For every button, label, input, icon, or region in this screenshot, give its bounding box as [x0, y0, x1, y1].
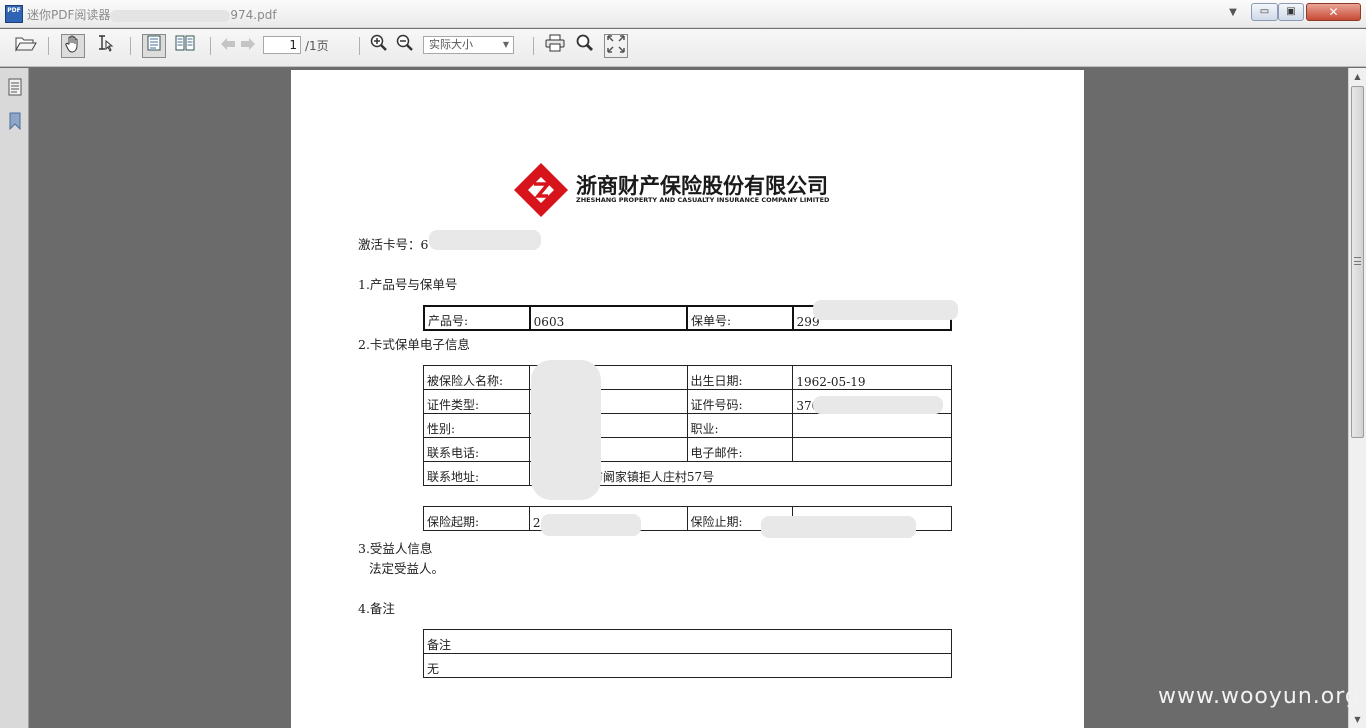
toolbar-divider [210, 37, 211, 55]
printer-icon[interactable] [543, 34, 567, 58]
arrow-right-icon[interactable] [236, 34, 260, 58]
product-label: 产品号: [423, 305, 531, 331]
beneficiary-text: 法定受益人。 [369, 561, 445, 576]
product-value: 0603 [528, 305, 689, 331]
fullscreen-icon[interactable] [604, 34, 628, 58]
email-label: 电子邮件: [686, 437, 794, 462]
table-row: 联系电话: 0536 电子邮件: [423, 437, 952, 462]
redaction-blur [813, 300, 958, 320]
folder-open-icon[interactable] [14, 34, 38, 58]
remark-label: 备注 [423, 629, 952, 654]
chevron-down-icon: ▼ [502, 40, 509, 49]
single-page-icon[interactable] [142, 34, 166, 58]
table-row: 备注 [423, 629, 952, 654]
window-title: 迷你PDF阅读器 974.pdf [27, 6, 277, 23]
app-icon: PDF [5, 5, 23, 23]
birth-label: 出生日期: [686, 365, 794, 390]
document-viewport[interactable]: 浙商财产保险股份有限公司 ZHESHANG PROPERTY AND CASUA… [29, 68, 1347, 728]
toolbar-divider [533, 37, 534, 55]
zoom-value: 实际大小 [429, 38, 473, 51]
table-row: 联系地址: 密市阚家镇拒人庄村57号 [423, 461, 953, 486]
activation-label: 激活卡号： [358, 237, 421, 252]
remark-table: 备注 无 [423, 629, 952, 678]
start-label: 保险起期: [423, 506, 530, 531]
section-product-heading: 1.产品号与保单号 [358, 277, 458, 292]
redaction-blur [531, 360, 601, 500]
address-label: 联系地址: [423, 461, 530, 486]
activation-line: 激活卡号：6 [358, 234, 428, 253]
email-value [792, 437, 952, 462]
page-number-input[interactable]: 1 [263, 36, 301, 54]
policy-label: 保单号: [686, 305, 794, 331]
company-logo [514, 163, 568, 217]
section-beneficiary-heading: 3.受益人信息 [358, 541, 433, 556]
maximize-button[interactable]: ▣ [1278, 3, 1304, 21]
birth-value: 1962-05-19 [792, 365, 952, 390]
minimize-button[interactable]: ▭ [1251, 3, 1278, 21]
insured-info-table: 被保险人名称: 钟 出生日期: 1962-05-19 证件类型: 居民证 证件号… [423, 365, 953, 486]
title-bar: PDF 迷你PDF阅读器 974.pdf ▼ ▭ ▣ ✕ [0, 0, 1366, 28]
toolbar-divider [130, 37, 131, 55]
vertical-scrollbar[interactable]: ▲ ▼ [1348, 68, 1366, 728]
pages-icon[interactable] [6, 78, 23, 98]
window-title-app: 迷你PDF阅读器 [27, 8, 111, 22]
table-row: 性别: 男 职业: [423, 413, 952, 438]
id-no-label: 证件号码: [686, 389, 794, 414]
section-remark-heading: 4.备注 [358, 601, 395, 616]
page-total: /1页 [305, 39, 329, 53]
two-page-icon[interactable] [173, 34, 197, 58]
left-sidebar [0, 68, 29, 728]
redacted-filename [110, 9, 231, 22]
zoom-in-icon[interactable] [367, 34, 391, 58]
grip-icon [1354, 257, 1361, 265]
scrollbar-thumb[interactable] [1351, 86, 1364, 438]
watermark: www.wooyun.org [1158, 684, 1360, 709]
redaction-blur [761, 516, 916, 538]
company-name-en: ZHESHANG PROPERTY AND CASUALTY INSURANCE… [576, 196, 830, 204]
redaction-blur [429, 230, 541, 250]
gender-label: 性别: [423, 413, 530, 438]
zoom-dropdown[interactable]: 实际大小 ▼ [423, 36, 514, 54]
scroll-down-icon[interactable]: ▼ [1349, 711, 1366, 728]
toolbar-divider [48, 37, 49, 55]
insured-name-label: 被保险人名称: [423, 365, 530, 390]
magnifier-icon[interactable] [573, 34, 597, 58]
window-title-file: 974.pdf [230, 8, 277, 22]
quick-menu-chevron-icon[interactable]: ▼ [1226, 7, 1240, 21]
zoom-out-icon[interactable] [393, 34, 417, 58]
scroll-up-icon[interactable]: ▲ [1349, 68, 1366, 85]
id-type-label: 证件类型: [423, 389, 530, 414]
toolbar-divider [359, 37, 360, 55]
redaction-blur [541, 514, 641, 536]
job-label: 职业: [686, 413, 794, 438]
text-select-icon[interactable] [93, 34, 117, 58]
table-row: 无 [423, 653, 952, 678]
close-button[interactable]: ✕ [1306, 3, 1361, 21]
toolbar [0, 29, 1366, 67]
remark-value: 无 [423, 653, 952, 678]
table-row: 被保险人名称: 钟 出生日期: 1962-05-19 [423, 365, 952, 390]
phone-label: 联系电话: [423, 437, 530, 462]
activation-value: 6 [420, 237, 429, 252]
redaction-blur [813, 396, 943, 414]
pdf-page: 浙商财产保险股份有限公司 ZHESHANG PROPERTY AND CASUA… [291, 70, 1084, 728]
job-value [792, 413, 952, 438]
section-card-heading: 2.卡式保单电子信息 [358, 337, 470, 352]
hand-icon[interactable] [61, 34, 85, 58]
bookmark-icon[interactable] [6, 112, 23, 132]
